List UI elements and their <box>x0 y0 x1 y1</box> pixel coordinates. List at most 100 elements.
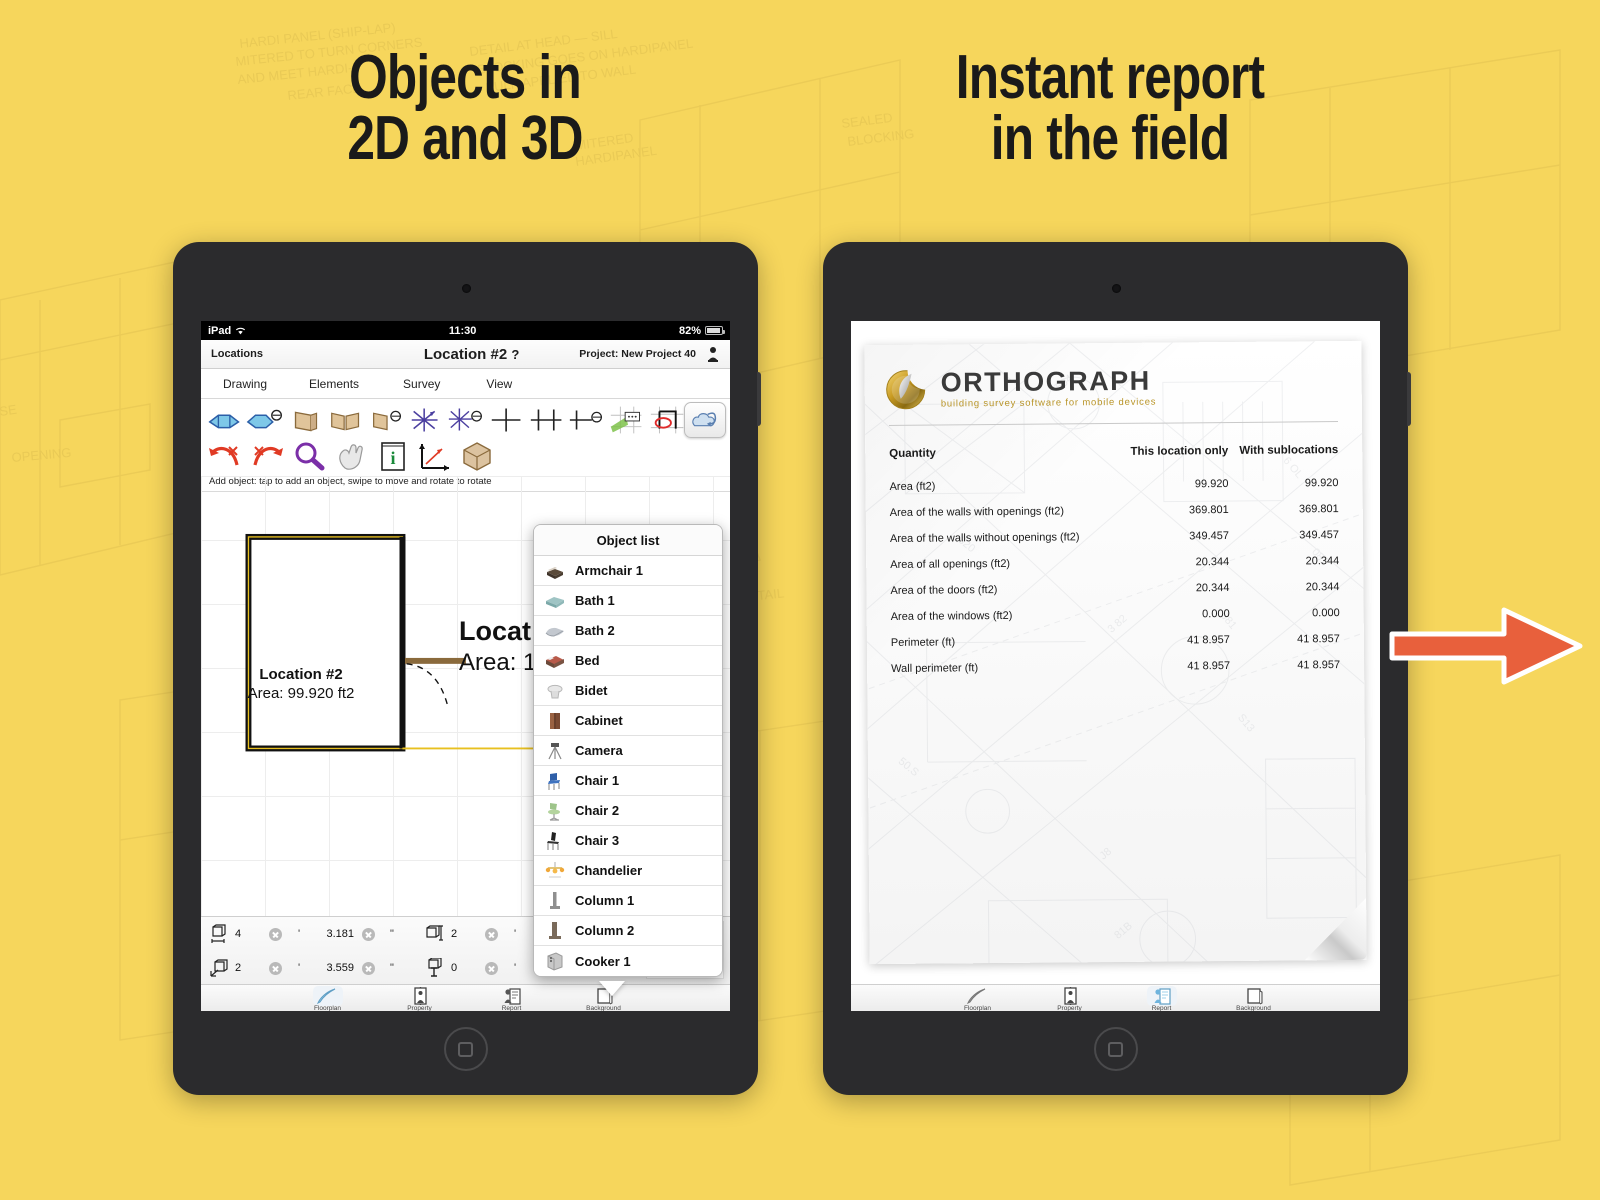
list-item-label: Chair 2 <box>575 803 620 818</box>
list-item[interactable]: Bath 1 <box>534 586 722 616</box>
cell-quantity: Perimeter (ft) <box>890 636 956 649</box>
meas2-inches[interactable]: 3.559 <box>308 962 354 974</box>
table-row: Area (ft2) 99.920 99.920 <box>885 470 1342 500</box>
tab-drawing[interactable]: Drawing <box>223 377 267 391</box>
list-item[interactable]: Column 2 <box>534 916 722 946</box>
list-item[interactable]: Camera <box>534 736 722 766</box>
list-item[interactable]: Armchair 1 <box>534 556 722 586</box>
door-double-icon[interactable] <box>326 403 364 437</box>
zoom-icon[interactable] <box>289 439 329 473</box>
report-table: Quantity This location only With subloca… <box>885 438 1344 682</box>
property-icon <box>405 986 435 1006</box>
cell-this-location: 369.801 <box>1188 504 1229 517</box>
door-dim-icon[interactable] <box>366 403 404 437</box>
add-object-icon[interactable] <box>684 402 726 438</box>
room-icon[interactable] <box>648 403 686 437</box>
window-dim-icon[interactable] <box>245 403 283 437</box>
pen-icon <box>312 986 343 1006</box>
person-icon[interactable] <box>706 346 720 362</box>
pen-icon <box>963 986 993 1006</box>
mode-tab-strip: Drawing Elements Survey View <box>201 369 730 399</box>
meas3-feet[interactable]: 2 <box>445 928 477 940</box>
home-button[interactable] <box>1093 1027 1138 1071</box>
sidebar-item-property[interactable]: Property <box>388 986 452 1011</box>
list-item[interactable]: Cooker 1 <box>534 946 722 976</box>
clear-meas2-feet-button[interactable] <box>269 961 282 975</box>
tab-view[interactable]: View <box>486 377 512 391</box>
list-item[interactable]: Chair 2 <box>534 796 722 826</box>
bed-icon <box>544 651 566 671</box>
wifi-icon <box>235 326 246 335</box>
cell-this-location: 349.457 <box>1189 530 1230 543</box>
column-icon <box>544 891 566 911</box>
clear-meas4-feet-button[interactable] <box>485 961 498 975</box>
headline-right: Instant report in the field <box>955 43 1265 173</box>
undo-icon[interactable] <box>205 439 245 473</box>
report-paper: 504 320 3 82 J81 S13 50.S J8 81B 6 OL 08… <box>864 340 1367 965</box>
door-single-icon[interactable] <box>285 403 323 437</box>
column-icon <box>544 921 566 941</box>
sidebar-item-floorplan[interactable]: Floorplan <box>296 986 360 1011</box>
wall-join-icon[interactable] <box>527 403 565 437</box>
table-row: Area of the walls without openings (ft2)… <box>886 522 1343 552</box>
meas1-feet[interactable]: 4 <box>229 928 261 940</box>
tab-survey[interactable]: Survey <box>403 377 440 391</box>
cell-with-sublocations: 20.344 <box>1305 581 1340 594</box>
tab-label-floorplan: Floorplan <box>313 1005 342 1011</box>
measure-icon[interactable] <box>415 439 455 473</box>
bidet-icon <box>544 681 566 701</box>
clear-meas1-feet-button[interactable] <box>269 927 282 941</box>
navigation-bar: Locations Location #2 ? Project: New Pro… <box>201 340 730 369</box>
list-item[interactable]: Bath 2 <box>534 616 722 646</box>
list-item-label: Bed <box>575 653 600 668</box>
help-button[interactable]: ? <box>511 347 519 362</box>
list-item[interactable]: Column 1 <box>534 886 722 916</box>
back-locations-button[interactable]: Locations <box>211 348 263 360</box>
clear-meas3-feet-button[interactable] <box>485 927 498 941</box>
sidebar-item-report[interactable]: Report <box>480 986 544 1011</box>
sidebar-item-background[interactable]: Background <box>1222 986 1286 1011</box>
meas4-feet[interactable]: 0 <box>445 962 477 974</box>
tab-elements[interactable]: Elements <box>309 377 359 391</box>
meas1-inches[interactable]: 3.181 <box>308 928 354 940</box>
toolbar-row-2: i <box>205 438 726 474</box>
list-item-label: Cooker 1 <box>575 953 631 969</box>
cell-this-location: 41 8.957 <box>1187 634 1230 647</box>
object-3d-icon[interactable] <box>457 439 497 473</box>
cell-quantity: Area of the windows (ft2) <box>890 609 1013 623</box>
cell-quantity: Wall perimeter (ft) <box>891 662 979 675</box>
cooker-icon <box>544 951 566 971</box>
report-view[interactable]: 504 320 3 82 J81 S13 50.S J8 81B 6 OL 08… <box>851 321 1380 984</box>
sidebar-item-report[interactable]: Report <box>1130 986 1194 1011</box>
meas2-feet[interactable]: 2 <box>229 962 261 974</box>
home-button[interactable] <box>443 1027 488 1071</box>
list-item-label: Column 1 <box>575 893 635 908</box>
window-icon[interactable] <box>205 403 243 437</box>
tab-label-report: Report <box>501 1005 522 1011</box>
wall-dim-icon[interactable] <box>567 403 605 437</box>
list-item[interactable]: Bidet <box>534 676 722 706</box>
bath-icon <box>544 621 566 641</box>
pan-hand-icon[interactable] <box>331 439 371 473</box>
popover-tail <box>599 981 625 996</box>
list-item[interactable]: Chair 1 <box>534 766 722 796</box>
opening-icon[interactable] <box>406 403 444 437</box>
cell-with-sublocations: 99.920 <box>1304 477 1339 490</box>
svg-text:SE: SE <box>0 402 18 419</box>
annotation-icon[interactable] <box>607 403 645 437</box>
list-item[interactable]: Bed <box>534 646 722 676</box>
redo-icon[interactable] <box>247 439 287 473</box>
list-item-label: Chair 1 <box>575 773 620 788</box>
wall-icon[interactable] <box>487 403 525 437</box>
clear-meas2-inches-button[interactable] <box>362 961 375 975</box>
height-icon <box>425 924 445 944</box>
list-item[interactable]: Chair 3 <box>534 826 722 856</box>
sidebar-item-property[interactable]: Property <box>1038 986 1102 1011</box>
list-item[interactable]: Cabinet <box>534 706 722 736</box>
clear-meas1-inches-button[interactable] <box>362 927 375 941</box>
info-note-icon[interactable]: i <box>373 439 413 473</box>
opening-dim-icon[interactable] <box>446 403 484 437</box>
list-item[interactable]: Chandelier <box>534 856 722 886</box>
tab-label-background: Background <box>1236 1005 1271 1011</box>
sidebar-item-floorplan[interactable]: Floorplan <box>946 986 1010 1011</box>
